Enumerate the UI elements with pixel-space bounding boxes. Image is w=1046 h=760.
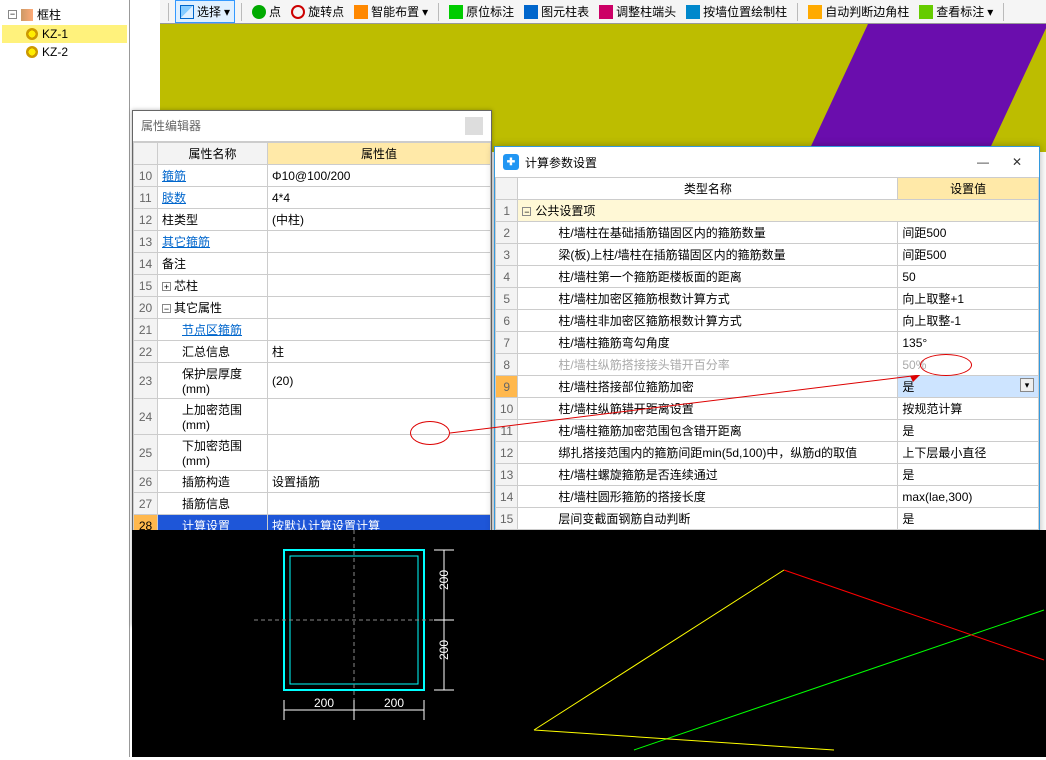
dialog-titlebar[interactable]: ✚ 计算参数设置 — ✕ [495, 147, 1039, 177]
property-row[interactable]: 11肢数4*4 [134, 187, 491, 209]
component-tree: −框柱 KZ-1 KZ-2 [0, 0, 130, 757]
close-icon[interactable] [465, 117, 483, 135]
column-list-button[interactable]: 图元柱表 [520, 1, 593, 22]
chevron-down-icon: ▾ [422, 5, 428, 19]
rotate-icon [291, 5, 305, 19]
tree-root-item[interactable]: −框柱 [2, 4, 127, 25]
property-row[interactable]: 13其它箍筋 [134, 231, 491, 253]
adjust-icon [599, 5, 613, 19]
col-type-header: 类型名称 [518, 178, 898, 200]
dialog-title: 计算参数设置 [525, 154, 597, 171]
settings-row[interactable]: 8柱/墙柱纵筋搭接接头错开百分率50% [496, 354, 1039, 376]
property-row[interactable]: 27插筋信息 [134, 493, 491, 515]
select-icon [180, 5, 194, 19]
property-link[interactable]: 肢数 [162, 191, 186, 205]
property-link[interactable]: 其它箍筋 [162, 235, 210, 249]
rotate-point-button[interactable]: 旋转点 [287, 1, 348, 22]
settings-row[interactable]: 15层间变截面钢筋自动判断是 [496, 508, 1039, 530]
view-icon [919, 5, 933, 19]
property-row[interactable]: 14备注 [134, 253, 491, 275]
adjust-end-button[interactable]: 调整柱端头 [595, 1, 680, 22]
point-tool-button[interactable]: 点 [248, 1, 285, 22]
col-name-header: 属性名称 [158, 143, 268, 165]
col-setval-header: 设置值 [898, 178, 1039, 200]
draw-by-wall-button[interactable]: 按墙位置绘制柱 [682, 1, 791, 22]
settings-row[interactable]: 11柱/墙柱箍筋加密范围包含错开距离是 [496, 420, 1039, 442]
col-value-header: 属性值 [268, 143, 491, 165]
dim-w2: 200 [384, 696, 404, 710]
auto-corner-button[interactable]: 自动判断边角柱 [804, 1, 913, 22]
settings-row[interactable]: 1−公共设置项 [496, 200, 1039, 222]
select-tool-button[interactable]: 选择▾ [175, 0, 235, 23]
collapse-icon[interactable]: − [8, 10, 17, 19]
property-link[interactable]: 箍筋 [162, 169, 186, 183]
column-shape [779, 24, 1046, 152]
settings-row[interactable]: 14柱/墙柱圆形箍筋的搭接长度max(lae,300) [496, 486, 1039, 508]
draw-icon [686, 5, 700, 19]
settings-row[interactable]: 12绑扎搭接范围内的箍筋间距min(5d,100)中，纵筋d的取值上下层最小直径 [496, 442, 1039, 464]
property-row[interactable]: 24上加密范围(mm) [134, 399, 491, 435]
node-icon [26, 46, 38, 58]
property-row[interactable]: 22汇总信息柱 [134, 341, 491, 363]
orig-anno-button[interactable]: 原位标注 [445, 1, 518, 22]
chevron-down-icon[interactable]: ▾ [1020, 378, 1034, 392]
view-anno-button[interactable]: 查看标注▾ [915, 1, 997, 22]
dim-h2: 200 [437, 640, 451, 660]
list-icon [524, 5, 538, 19]
settings-row[interactable]: 10柱/墙柱纵筋错开距离设置按规范计算 [496, 398, 1039, 420]
settings-row[interactable]: 9柱/墙柱搭接部位箍筋加密是▾ [496, 376, 1039, 398]
minimize-button[interactable]: — [969, 153, 997, 171]
chevron-down-icon: ▾ [987, 5, 993, 19]
property-row[interactable]: 15+芯柱 [134, 275, 491, 297]
edit-icon [449, 5, 463, 19]
settings-row[interactable]: 2柱/墙柱在基础插筋锚固区内的箍筋数量间距500 [496, 222, 1039, 244]
settings-row[interactable]: 3梁(板)上柱/墙柱在插筋锚固区内的箍筋数量间距500 [496, 244, 1039, 266]
node-icon [26, 28, 38, 40]
dim-h1: 200 [437, 570, 451, 590]
property-row[interactable]: 12柱类型(中柱) [134, 209, 491, 231]
settings-row[interactable]: 7柱/墙柱箍筋弯勾角度135° [496, 332, 1039, 354]
point-icon [252, 5, 266, 19]
tree-item-kz1[interactable]: KZ-1 [2, 25, 127, 43]
chevron-down-icon: ▾ [224, 5, 230, 19]
settings-table: 类型名称设置值 1−公共设置项2柱/墙柱在基础插筋锚固区内的箍筋数量间距5003… [495, 177, 1039, 530]
property-row[interactable]: 23保护层厚度(mm)(20) [134, 363, 491, 399]
section-viewport[interactable]: 200 200 200 200 [132, 530, 1046, 757]
settings-row[interactable]: 13柱/墙柱螺旋箍筋是否连续通过是 [496, 464, 1039, 486]
settings-row[interactable]: 4柱/墙柱第一个箍筋距楼板面的距离50 [496, 266, 1039, 288]
main-toolbar: 选择▾ 点 旋转点 智能布置▾ 原位标注 图元柱表 调整柱端头 按墙位置绘制柱 … [160, 0, 1046, 24]
close-button[interactable]: ✕ [1003, 153, 1031, 171]
property-row[interactable]: 10箍筋Φ10@100/200 [134, 165, 491, 187]
app-icon: ✚ [503, 154, 519, 170]
smart-place-button[interactable]: 智能布置▾ [350, 1, 432, 22]
settings-row[interactable]: 5柱/墙柱加密区箍筋根数计算方式向上取整+1 [496, 288, 1039, 310]
property-row[interactable]: 21节点区箍筋 [134, 319, 491, 341]
dim-w1: 200 [314, 696, 334, 710]
tree-item-kz2[interactable]: KZ-2 [2, 43, 127, 61]
property-row[interactable]: 26插筋构造设置插筋 [134, 471, 491, 493]
folder-icon [21, 9, 33, 21]
property-link[interactable]: 节点区箍筋 [182, 323, 242, 337]
property-editor-title: 属性编辑器 [133, 111, 491, 142]
settings-row[interactable]: 6柱/墙柱非加密区箍筋根数计算方式向上取整-1 [496, 310, 1039, 332]
property-row[interactable]: 25下加密范围(mm) [134, 435, 491, 471]
auto-icon [808, 5, 822, 19]
smart-icon [354, 5, 368, 19]
property-row[interactable]: 20−其它属性 [134, 297, 491, 319]
